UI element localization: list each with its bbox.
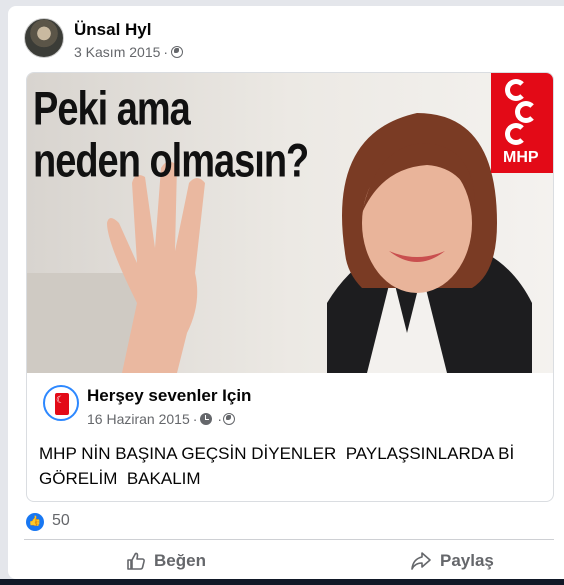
post-date[interactable]: 3 Kasım 2015: [74, 44, 160, 60]
like-button[interactable]: Beğen: [126, 546, 206, 576]
turkish-flag-icon: [55, 393, 69, 415]
shared-post[interactable]: Peki ama neden olmasın? MHP Herşey seven…: [26, 72, 554, 502]
shared-post-meta: 16 Haziran 2015 · ·: [87, 411, 235, 427]
logo-text: MHP: [503, 149, 539, 166]
shared-post-text: MHP NİN BAŞINA GEÇSİN DİYENLER PAYLAŞSIN…: [39, 444, 519, 488]
crescent-icon: [505, 123, 527, 145]
author-avatar[interactable]: [24, 18, 64, 58]
image-caption-line1: Peki ama: [33, 83, 191, 136]
meta-separator: ·: [217, 411, 222, 427]
image-caption-line2: neden olmasın?: [33, 135, 309, 188]
thumbs-up-icon: [127, 552, 145, 570]
reaction-count[interactable]: 50: [52, 512, 70, 530]
page-avatar[interactable]: [43, 385, 79, 421]
shared-post-date[interactable]: 16 Haziran 2015: [87, 411, 190, 427]
author-name[interactable]: Ünsal Hyl: [74, 20, 151, 40]
post-meta: 3 Kasım 2015 ·: [74, 44, 184, 60]
meta-separator: ·: [163, 44, 169, 60]
globe-icon[interactable]: [171, 46, 184, 58]
meta-separator: ·: [192, 411, 198, 427]
share-button[interactable]: Paylaş: [410, 546, 494, 576]
post-photo[interactable]: Peki ama neden olmasın? MHP: [27, 73, 553, 373]
clock-icon: [200, 413, 213, 425]
post-card: Ünsal Hyl 3 Kasım 2015 · Peki ama neden …: [8, 6, 564, 579]
crescent-icon: [505, 79, 527, 101]
like-label: Beğen: [154, 551, 206, 570]
taskbar-strip: [0, 579, 564, 585]
actions-divider: [24, 539, 554, 540]
page-name[interactable]: Herşey sevenler Için: [87, 386, 251, 406]
crescent-icon: [515, 101, 537, 123]
like-icon: 👍: [26, 513, 44, 531]
mhp-logo: MHP: [491, 73, 553, 173]
share-arrow-icon: [411, 552, 431, 570]
share-label: Paylaş: [440, 551, 494, 570]
globe-icon[interactable]: [222, 413, 235, 425]
